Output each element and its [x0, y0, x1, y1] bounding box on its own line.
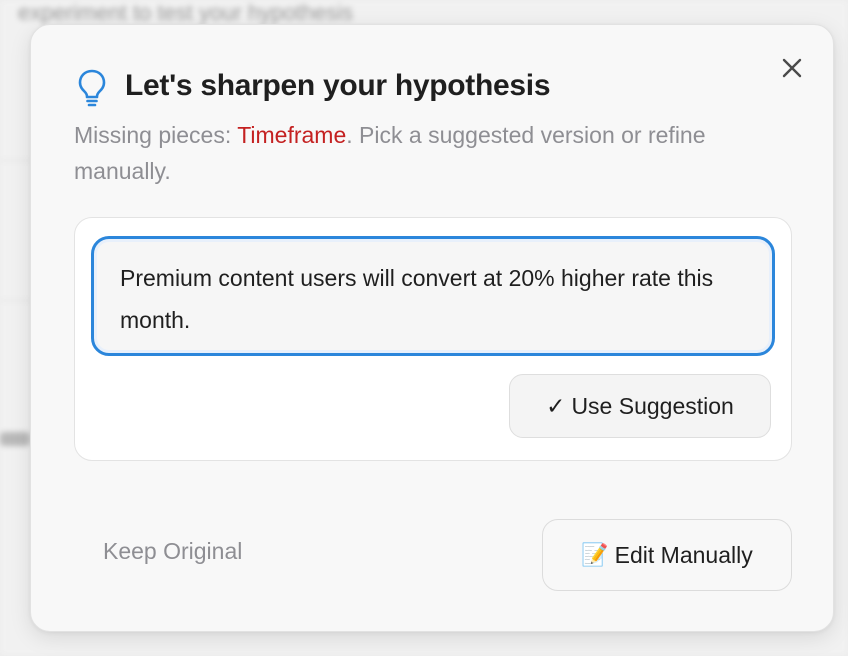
- dialog-title: Let's sharpen your hypothesis: [125, 69, 551, 102]
- background-element: [0, 432, 30, 446]
- suggestion-text-field[interactable]: Premium content users will convert at 20…: [91, 236, 775, 356]
- suggestion-card: Premium content users will convert at 20…: [74, 217, 792, 461]
- dialog-subtitle: Missing pieces: Timeframe. Pick a sugges…: [74, 117, 774, 189]
- use-suggestion-button[interactable]: ✓ Use Suggestion: [509, 374, 771, 438]
- edit-manually-button[interactable]: 📝 Edit Manually: [542, 519, 792, 591]
- checkmark-icon: ✓: [546, 392, 566, 419]
- hypothesis-dialog: Let's sharpen your hypothesis Missing pi…: [30, 24, 834, 632]
- subtitle-prefix: Missing pieces:: [74, 122, 238, 148]
- missing-piece-label: Timeframe: [237, 122, 347, 148]
- close-icon[interactable]: [779, 55, 805, 81]
- lightbulb-icon: [78, 69, 106, 107]
- close-button[interactable]: [779, 55, 805, 81]
- keep-original-button[interactable]: Keep Original: [103, 538, 242, 565]
- edit-manually-label: Edit Manually: [614, 541, 753, 568]
- background-text: experiment to test your hypothesis: [18, 0, 354, 25]
- memo-icon: 📝: [581, 542, 609, 567]
- use-suggestion-label: Use Suggestion: [571, 392, 734, 419]
